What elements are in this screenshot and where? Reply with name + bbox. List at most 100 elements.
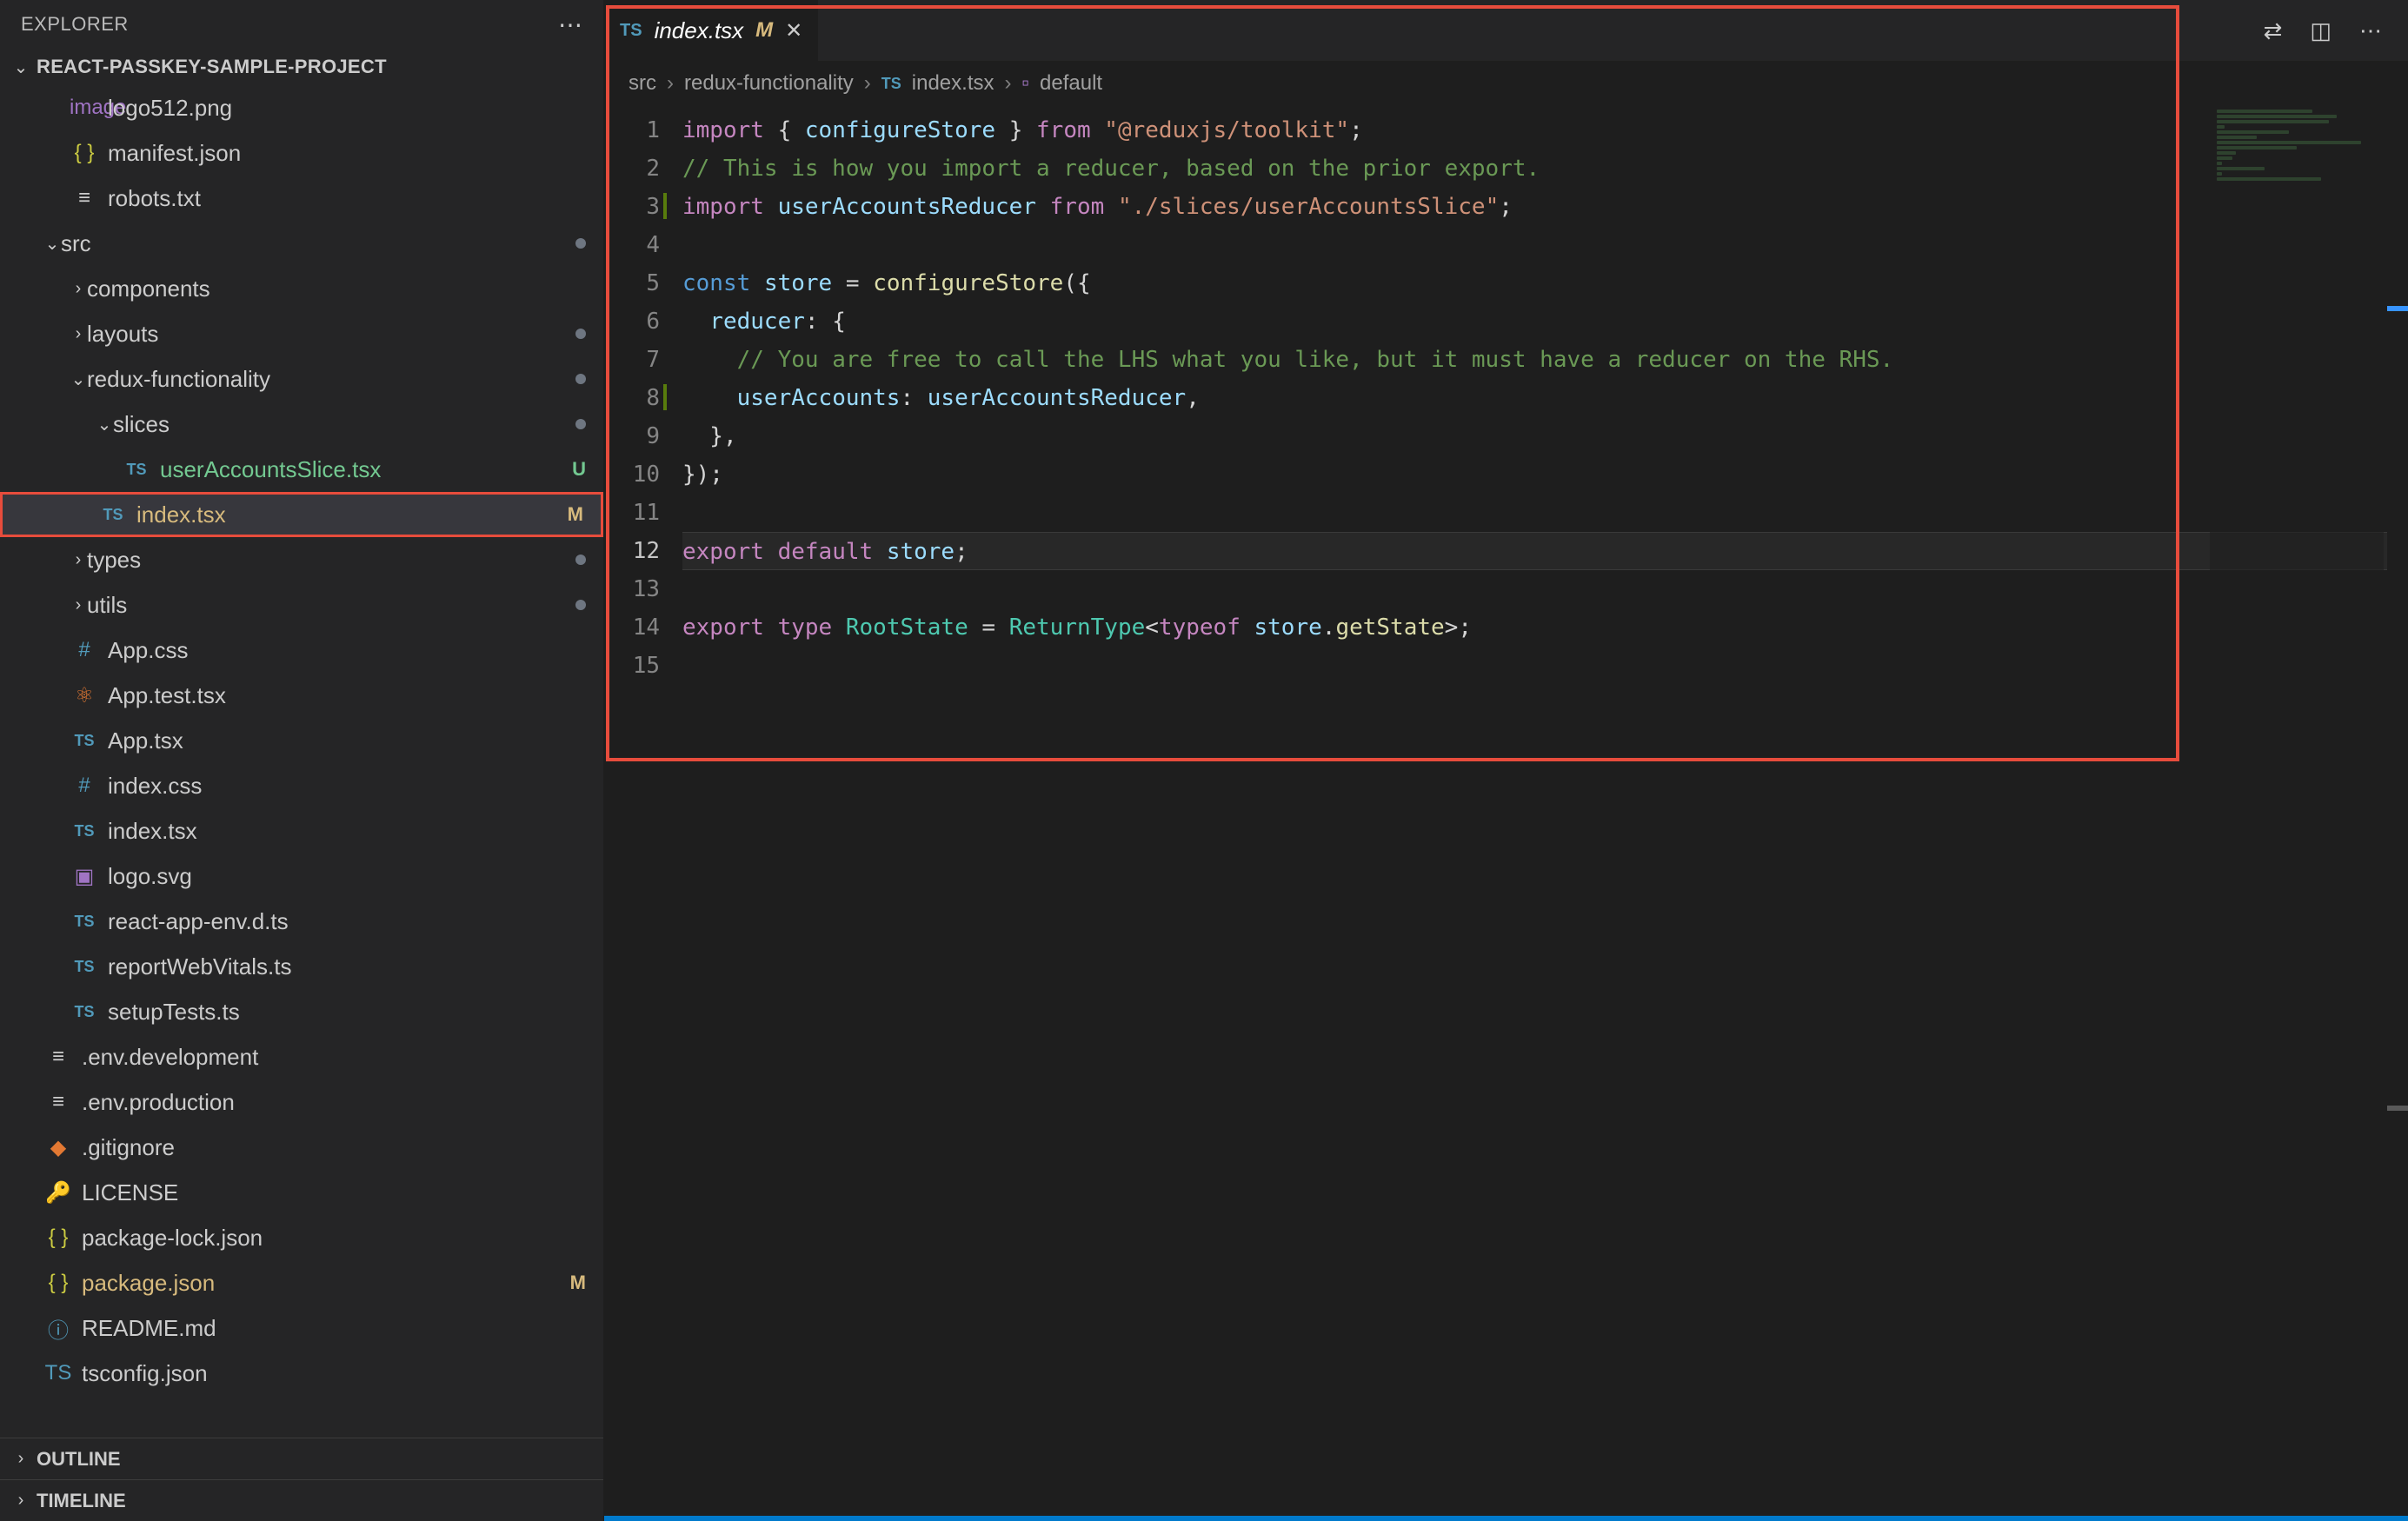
- tree-label: LICENSE: [82, 1179, 586, 1206]
- more-icon[interactable]: ⋯: [2359, 17, 2382, 44]
- code-line[interactable]: import userAccountsReducer from "./slice…: [682, 188, 2408, 226]
- code-line[interactable]: },: [682, 417, 2408, 455]
- project-header[interactable]: ⌄ REACT-PASSKEY-SAMPLE-PROJECT: [0, 49, 603, 85]
- breadcrumb[interactable]: src › redux-functionality › TS index.tsx…: [604, 61, 2408, 106]
- split-editor-icon[interactable]: ◫: [2310, 17, 2332, 44]
- tree-label: types: [87, 547, 575, 574]
- line-number: 1: [604, 111, 660, 149]
- tree-row[interactable]: ◆.gitignore: [0, 1125, 603, 1170]
- close-icon[interactable]: ✕: [785, 18, 802, 43]
- tree-row[interactable]: ≡.env.development: [0, 1034, 603, 1079]
- code-line[interactable]: userAccounts: userAccountsReducer,: [682, 379, 2408, 417]
- explorer-title: EXPLORER: [21, 13, 129, 36]
- line-number: 12: [604, 532, 660, 570]
- tree-row[interactable]: TSindex.tsx: [0, 808, 603, 853]
- code-line[interactable]: export type RootState = ReturnType<typeo…: [682, 608, 2408, 647]
- compare-icon[interactable]: ⇄: [2264, 17, 2283, 44]
- tree-label: setupTests.ts: [108, 999, 586, 1026]
- tree-row[interactable]: ▣logo.svg: [0, 853, 603, 899]
- code-line[interactable]: reducer: {: [682, 302, 2408, 341]
- breadcrumb-part[interactable]: redux-functionality: [684, 71, 854, 96]
- minimap[interactable]: [2210, 106, 2384, 1521]
- tree-row[interactable]: #App.css: [0, 628, 603, 673]
- tree-row[interactable]: ⌄slices: [0, 402, 603, 447]
- editor-area[interactable]: 123456789101112131415 import { configure…: [604, 106, 2408, 1521]
- tab-bar: TS index.tsx M ✕ ⇄ ◫ ⋯: [604, 0, 2408, 61]
- timeline-title: TIMELINE: [37, 1490, 126, 1512]
- tree-row[interactable]: ⌄src: [0, 221, 603, 266]
- tree-label: App.test.tsx: [108, 682, 586, 709]
- tree-row[interactable]: TStsconfig.json: [0, 1351, 603, 1396]
- timeline-section[interactable]: › TIMELINE: [0, 1479, 603, 1521]
- line-number: 7: [604, 341, 660, 379]
- sidebar: EXPLORER ⋯ ⌄ REACT-PASSKEY-SAMPLE-PROJEC…: [0, 0, 604, 1521]
- line-number: 15: [604, 647, 660, 685]
- code-line[interactable]: [682, 647, 2408, 685]
- tree-row[interactable]: imagelogo512.png: [0, 85, 603, 130]
- code-line[interactable]: [682, 494, 2408, 532]
- tree-label: index.tsx: [136, 501, 568, 528]
- file-icon: TS: [70, 822, 99, 840]
- tree-row[interactable]: TSuserAccountsSlice.tsxU: [0, 447, 603, 492]
- file-icon: { }: [43, 1271, 73, 1295]
- tree-label: tsconfig.json: [82, 1360, 586, 1387]
- breadcrumb-symbol[interactable]: default: [1040, 71, 1102, 96]
- breadcrumb-file[interactable]: index.tsx: [912, 71, 994, 96]
- file-icon: ▣: [70, 864, 99, 889]
- code-line[interactable]: // This is how you import a reducer, bas…: [682, 149, 2408, 188]
- tree-row[interactable]: TSsetupTests.ts: [0, 989, 603, 1034]
- tree-row[interactable]: { }manifest.json: [0, 130, 603, 176]
- code-line[interactable]: export default store;: [682, 532, 2408, 570]
- code-line[interactable]: [682, 226, 2408, 264]
- tree-row[interactable]: ›types: [0, 537, 603, 582]
- tree-label: .env.development: [82, 1044, 586, 1071]
- chevron-right-icon: ›: [864, 71, 871, 96]
- chevron-right-icon: ›: [70, 595, 87, 615]
- tree-row[interactable]: ›utils: [0, 582, 603, 628]
- tree-row[interactable]: TSApp.tsx: [0, 718, 603, 763]
- line-number-gutter: 123456789101112131415: [604, 106, 682, 1521]
- tree-row[interactable]: ⚛App.test.tsx: [0, 673, 603, 718]
- tree-row[interactable]: ›layouts: [0, 311, 603, 356]
- line-number: 2: [604, 149, 660, 188]
- outline-title: OUTLINE: [37, 1448, 121, 1471]
- tree-row[interactable]: ⓘREADME.md: [0, 1305, 603, 1351]
- tab-active[interactable]: TS index.tsx M ✕: [604, 0, 819, 61]
- file-tree[interactable]: imagelogo512.png{ }manifest.json≡robots.…: [0, 85, 603, 1438]
- breadcrumb-part[interactable]: src: [629, 71, 656, 96]
- tree-row[interactable]: ›components: [0, 266, 603, 311]
- code-line[interactable]: const store = configureStore({: [682, 264, 2408, 302]
- tree-row[interactable]: TSreportWebVitals.ts: [0, 944, 603, 989]
- code-line[interactable]: });: [682, 455, 2408, 494]
- tree-row[interactable]: { }package-lock.json: [0, 1215, 603, 1260]
- code-content[interactable]: import { configureStore } from "@reduxjs…: [682, 106, 2408, 1521]
- chevron-down-icon: ⌄: [12, 56, 30, 78]
- modified-dot: [575, 555, 586, 565]
- line-number: 14: [604, 608, 660, 647]
- tree-row[interactable]: TSindex.tsxM: [0, 492, 603, 537]
- line-number: 5: [604, 264, 660, 302]
- tree-row[interactable]: ⌄redux-functionality: [0, 356, 603, 402]
- tree-row[interactable]: #index.css: [0, 763, 603, 808]
- chevron-right-icon: ›: [70, 324, 87, 344]
- chevron-down-icon: ⌄: [96, 414, 113, 435]
- code-line[interactable]: // You are free to call the LHS what you…: [682, 341, 2408, 379]
- tab-label: index.tsx: [655, 17, 744, 44]
- tree-row[interactable]: TSreact-app-env.d.ts: [0, 899, 603, 944]
- status-bar[interactable]: [604, 1516, 2408, 1521]
- tree-label: index.css: [108, 773, 586, 800]
- tree-row[interactable]: 🔑LICENSE: [0, 1170, 603, 1215]
- code-line[interactable]: [682, 570, 2408, 608]
- explorer-header: EXPLORER ⋯: [0, 0, 603, 49]
- tree-row[interactable]: ≡robots.txt: [0, 176, 603, 221]
- code-line[interactable]: import { configureStore } from "@reduxjs…: [682, 111, 2408, 149]
- tree-row[interactable]: ≡.env.production: [0, 1079, 603, 1125]
- tree-label: .gitignore: [82, 1134, 586, 1161]
- more-icon[interactable]: ⋯: [558, 10, 582, 39]
- scrollbar[interactable]: [2387, 106, 2408, 1521]
- outline-section[interactable]: › OUTLINE: [0, 1438, 603, 1479]
- git-status-badge: M: [568, 503, 583, 526]
- chevron-right-icon: ›: [12, 1449, 30, 1469]
- tree-label: slices: [113, 411, 575, 438]
- tree-row[interactable]: { }package.jsonM: [0, 1260, 603, 1305]
